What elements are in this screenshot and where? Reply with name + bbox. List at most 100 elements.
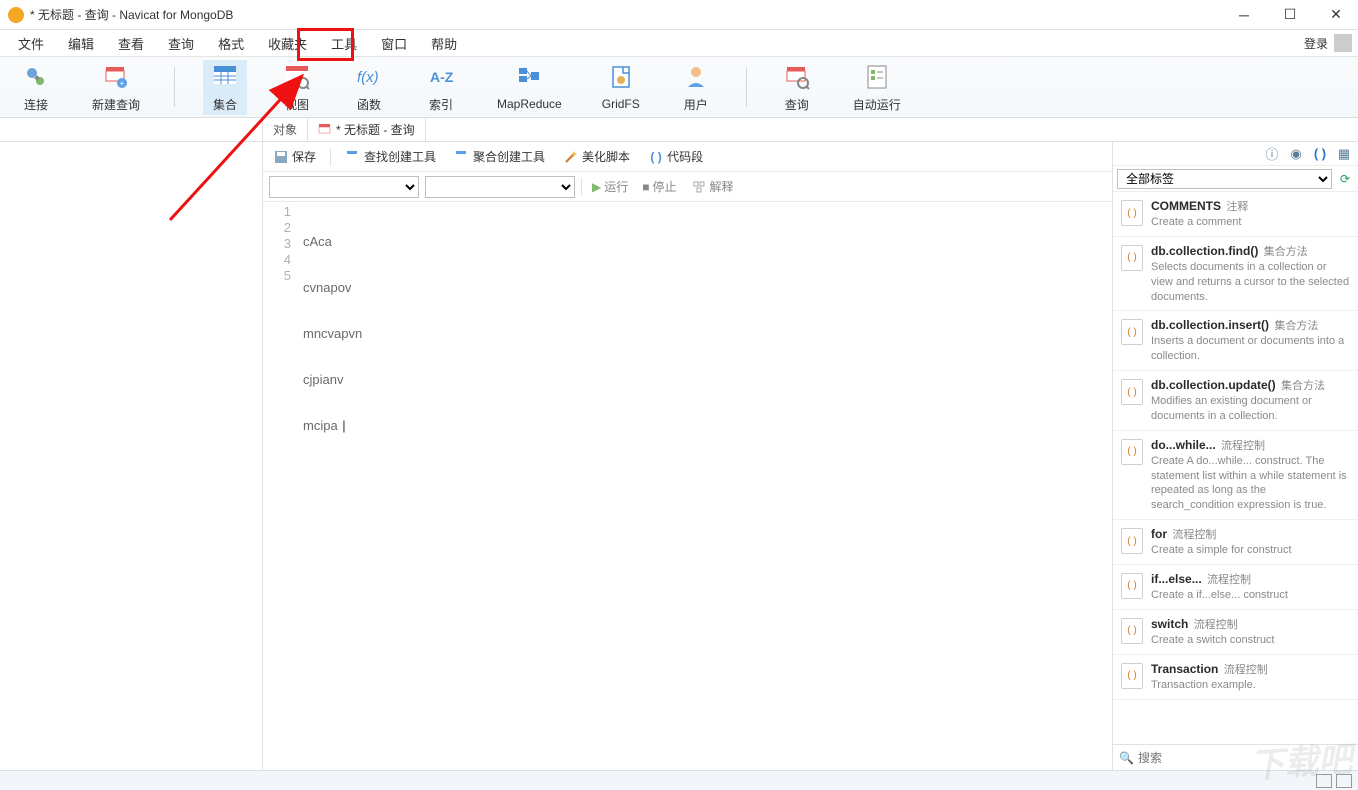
tool-mapreduce[interactable]: MapReduce [491, 61, 568, 113]
close-button[interactable]: ✕ [1322, 6, 1350, 23]
tab-objects[interactable]: 对象 [263, 118, 308, 141]
snippet-list[interactable]: ( )COMMENTS 注释Create a comment( )db.coll… [1113, 192, 1358, 744]
tab-document-label: * 无标题 - 查询 [336, 121, 415, 138]
navigator-pane [0, 142, 263, 770]
snippet-desc: Create a if...else... construct [1151, 588, 1350, 603]
function-icon: f(x) [354, 62, 384, 92]
snippet-item[interactable]: ( )db.collection.find() 集合方法Selects docu… [1113, 237, 1358, 312]
code-line: cjpianv [303, 372, 1108, 388]
snippet-item[interactable]: ( )if...else... 流程控制Create a if...else..… [1113, 565, 1358, 610]
find-builder-icon [345, 149, 361, 165]
agg-builder-icon [454, 149, 470, 165]
user-icon [681, 62, 711, 92]
tool-newquery[interactable]: + 新建查询 [86, 60, 146, 115]
snippet-item[interactable]: ( )switch 流程控制Create a switch construct [1113, 610, 1358, 655]
menu-tools[interactable]: 工具 [319, 30, 369, 57]
status-panel-1[interactable] [1316, 774, 1332, 788]
status-panel-2[interactable] [1336, 774, 1352, 788]
tool-index[interactable]: A-Z 索引 [419, 60, 463, 115]
code-line: mcipa [303, 418, 1108, 434]
grid-icon[interactable]: ▦ [1336, 146, 1352, 162]
tool-user[interactable]: 用户 [674, 60, 718, 115]
snippet-title: COMMENTS [1151, 199, 1221, 213]
mapreduce-icon [514, 63, 544, 93]
menu-help[interactable]: 帮助 [419, 30, 469, 57]
tag-filter-select[interactable]: 全部标签 [1117, 169, 1332, 189]
menu-view[interactable]: 查看 [106, 30, 156, 57]
beautify-label: 美化脚本 [582, 148, 630, 165]
snippet-label: 代码段 [667, 148, 703, 165]
explain-button[interactable]: 解释 [687, 176, 738, 197]
snippet-button[interactable]: ( ) 代码段 [644, 146, 707, 167]
snippet-tag: 流程控制 [1194, 619, 1238, 631]
table-icon [210, 62, 240, 92]
snippet-item[interactable]: ( )db.collection.update() 集合方法Modifies a… [1113, 371, 1358, 431]
login-link[interactable]: 登录 [1304, 35, 1328, 52]
snippet-desc: Create A do...while... construct. The st… [1151, 454, 1350, 513]
beautify-button[interactable]: 美化脚本 [559, 146, 634, 167]
menu-file[interactable]: 文件 [6, 30, 56, 57]
braces-tab-icon[interactable]: ( ) [1312, 146, 1328, 162]
snippet-desc: Transaction example. [1151, 678, 1350, 693]
query-doc-icon [318, 123, 332, 137]
app-icon [8, 7, 24, 23]
editor-pane: 保存 查找创建工具 聚合创建工具 美化脚本 ( ) 代码段 [263, 142, 1113, 770]
snippet-title: Transaction [1151, 662, 1218, 676]
snippet-item[interactable]: ( )db.collection.insert() 集合方法Inserts a … [1113, 311, 1358, 371]
snippet-desc: Create a simple for construct [1151, 543, 1350, 558]
avatar-icon[interactable] [1334, 34, 1352, 52]
code-line: mncvapvn [303, 326, 1108, 342]
explain-icon [691, 179, 707, 195]
search-input[interactable] [1138, 751, 1352, 765]
tool-query[interactable]: 查询 [775, 60, 819, 115]
tool-gridfs[interactable]: GridFS [596, 61, 646, 113]
tool-gridfs-label: GridFS [602, 97, 640, 111]
newquery-icon: + [101, 62, 131, 92]
code-content[interactable]: cAca cvnapov mncvapvn cjpianv mcipa [299, 202, 1112, 770]
save-button[interactable]: 保存 [269, 146, 320, 167]
stop-button[interactable]: ■ 停止 [638, 176, 680, 197]
code-editor[interactable]: 12345 cAca cvnapov mncvapvn cjpianv mcip… [263, 202, 1112, 770]
snippet-desc: Modifies an existing document or documen… [1151, 394, 1350, 424]
snippet-tag: 流程控制 [1207, 574, 1251, 586]
menu-query[interactable]: 查询 [156, 30, 206, 57]
snippet-item[interactable]: ( )COMMENTS 注释Create a comment [1113, 192, 1358, 237]
database-select[interactable] [425, 176, 575, 198]
snippet-item[interactable]: ( )Transaction 流程控制Transaction example. [1113, 655, 1358, 700]
eye-icon[interactable]: ◉ [1288, 146, 1304, 162]
refresh-icon[interactable]: ⟳ [1336, 170, 1354, 188]
menubar: 文件 编辑 查看 查询 格式 收藏夹 工具 窗口 帮助 登录 [0, 30, 1358, 56]
right-pane: ⓘ ◉ ( ) ▦ 全部标签 ⟳ ( )COMMENTS 注释Create a … [1113, 142, 1358, 770]
tool-collection[interactable]: 集合 [203, 60, 247, 115]
tab-document[interactable]: * 无标题 - 查询 [308, 118, 426, 141]
snippet-title: db.collection.insert() [1151, 318, 1269, 332]
run-button[interactable]: ▶ 运行 [588, 176, 632, 197]
snippet-item[interactable]: ( )do...while... 流程控制Create A do...while… [1113, 431, 1358, 520]
menu-format[interactable]: 格式 [206, 30, 256, 57]
run-label: 运行 [604, 178, 628, 195]
minimize-button[interactable]: ─ [1230, 7, 1258, 23]
main-toolbar: 连接 + 新建查询 集合 视图 f(x) 函数 A-Z 索引 MapReduce… [0, 56, 1358, 118]
line-gutter: 12345 [263, 202, 299, 770]
snippet-title: if...else... [1151, 572, 1202, 586]
gridfs-icon [606, 63, 636, 93]
tool-view[interactable]: 视图 [275, 60, 319, 115]
menu-window[interactable]: 窗口 [369, 30, 419, 57]
snippet-title: switch [1151, 617, 1188, 631]
agg-builder-button[interactable]: 聚合创建工具 [450, 146, 549, 167]
snippet-item[interactable]: ( )for 流程控制Create a simple for construct [1113, 520, 1358, 565]
tab-objects-label: 对象 [273, 121, 297, 138]
connection-select[interactable] [269, 176, 419, 198]
find-builder-button[interactable]: 查找创建工具 [341, 146, 440, 167]
snippet-icon: ( ) [1121, 379, 1143, 405]
tool-function[interactable]: f(x) 函数 [347, 60, 391, 115]
menu-favorites[interactable]: 收藏夹 [256, 30, 319, 57]
find-builder-label: 查找创建工具 [364, 148, 436, 165]
maximize-button[interactable]: ☐ [1276, 6, 1304, 23]
tool-autorun[interactable]: 自动运行 [847, 60, 907, 115]
menu-edit[interactable]: 编辑 [56, 30, 106, 57]
tool-connect[interactable]: 连接 [14, 60, 58, 115]
snippet-icon: ( ) [1121, 200, 1143, 226]
info-icon[interactable]: ⓘ [1264, 146, 1280, 162]
snippet-search[interactable]: 🔍 [1113, 744, 1358, 770]
